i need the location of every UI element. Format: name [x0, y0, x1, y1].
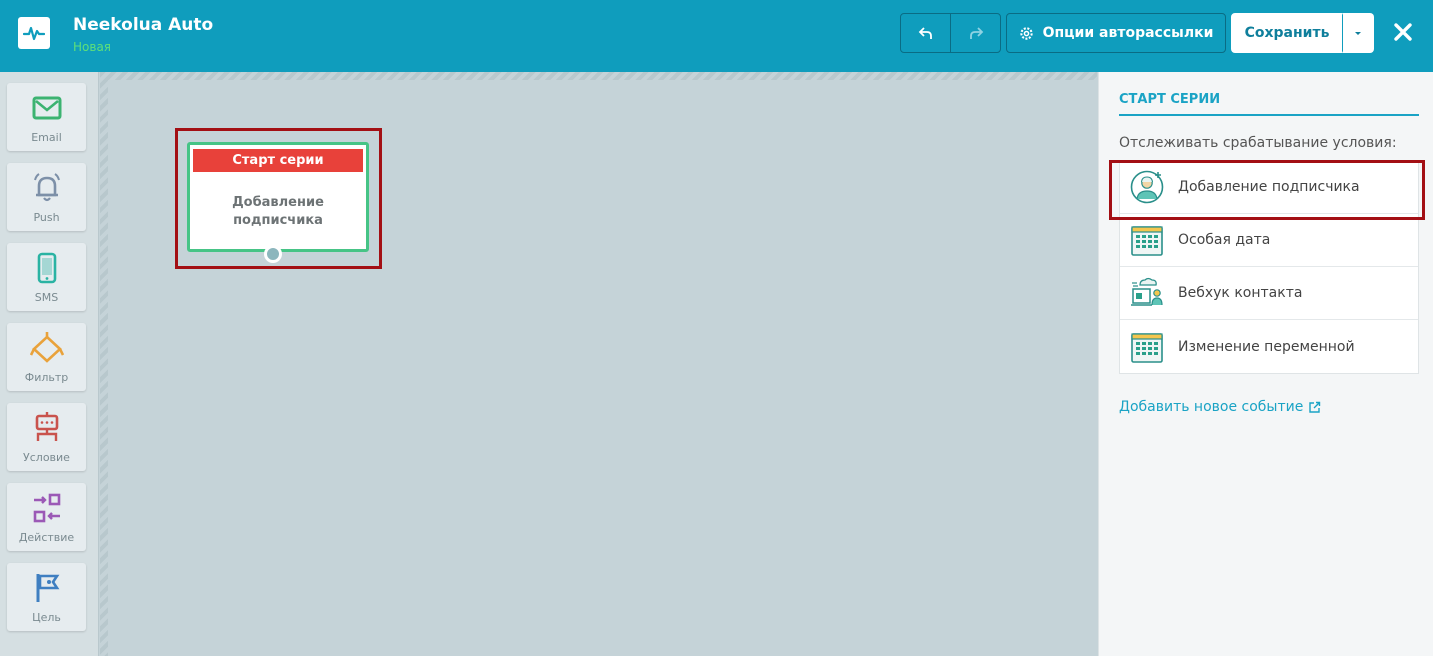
app-logo[interactable]	[18, 17, 50, 49]
tool-action[interactable]: Действие	[7, 483, 86, 551]
bell-icon	[33, 173, 60, 202]
save-button[interactable]: Сохранить	[1231, 13, 1343, 53]
tool-push[interactable]: Push	[7, 163, 86, 231]
close-icon	[1394, 23, 1412, 41]
webhook-icon	[1131, 277, 1163, 306]
tool-push-label: Push	[33, 211, 60, 224]
email-icon	[32, 96, 61, 120]
canvas-edge-top	[100, 72, 1097, 80]
start-series-node-line2: подписчика	[233, 213, 323, 228]
trigger-special-date[interactable]: Особая дата	[1120, 214, 1418, 267]
start-series-node-header: Старт серии	[193, 149, 363, 172]
redo-icon	[969, 27, 983, 39]
add-new-event-link[interactable]: Добавить новое событие	[1119, 399, 1321, 415]
tool-filter[interactable]: Фильтр	[7, 323, 86, 391]
trigger-special-date-label: Особая дата	[1178, 232, 1271, 248]
close-button[interactable]	[1390, 19, 1416, 45]
condition-icon	[35, 412, 58, 441]
tool-filter-label: Фильтр	[24, 371, 69, 384]
campaign-status: Новая	[73, 40, 112, 54]
undo-icon	[918, 27, 932, 39]
start-series-node[interactable]: Старт серии Добавление подписчика	[187, 142, 369, 252]
campaign-options-button[interactable]: Опции авторассылки	[1006, 13, 1226, 53]
trigger-contact-webhook[interactable]: Вебхук контакта	[1120, 267, 1418, 320]
tool-action-label: Действие	[18, 531, 75, 544]
panel-title-divider	[1119, 114, 1419, 116]
tool-email[interactable]: Email	[7, 83, 86, 151]
calendar-icon	[1131, 332, 1163, 363]
block-toolbox: Email Push SMS Фильтр Условие Действие Ц…	[0, 72, 99, 656]
tool-sms[interactable]: SMS	[7, 243, 86, 311]
canvas-edge-left	[100, 72, 108, 656]
start-series-node-body: Добавление подписчика	[190, 194, 366, 230]
tool-condition-label: Условие	[23, 451, 70, 464]
filter-icon	[29, 332, 64, 363]
external-link-icon	[1309, 401, 1321, 413]
undo-button[interactable]	[900, 13, 951, 53]
action-icon	[33, 493, 60, 523]
pulse-icon	[23, 26, 45, 41]
panel-title: СТАРТ СЕРИИ	[1119, 92, 1221, 107]
trigger-highlight-box	[1109, 160, 1425, 220]
add-new-event-label: Добавить новое событие	[1119, 399, 1304, 415]
top-header: Neekolua Auto Новая Опции авторассылки С…	[0, 0, 1433, 72]
campaign-title[interactable]: Neekolua Auto	[73, 15, 213, 35]
panel-subtitle: Отслеживать срабатывание условия:	[1119, 135, 1397, 151]
gear-icon	[1019, 26, 1033, 40]
calendar-icon	[1131, 226, 1163, 256]
trigger-contact-webhook-label: Вебхук контакта	[1178, 285, 1303, 301]
redo-button[interactable]	[950, 13, 1001, 53]
start-series-node-line1: Добавление	[232, 195, 324, 210]
campaign-options-label: Опции авторассылки	[1042, 25, 1214, 41]
trigger-variable-change[interactable]: Изменение переменной	[1120, 320, 1418, 373]
tool-goal[interactable]: Цель	[7, 563, 86, 631]
chevron-down-icon	[1354, 32, 1361, 35]
flag-icon	[36, 574, 59, 602]
tool-goal-label: Цель	[32, 611, 61, 624]
tool-condition[interactable]: Условие	[7, 403, 86, 471]
trigger-variable-change-label: Изменение переменной	[1178, 338, 1355, 355]
save-dropdown-button[interactable]	[1342, 13, 1374, 53]
tool-email-label: Email	[31, 131, 62, 144]
tool-sms-label: SMS	[34, 291, 59, 304]
phone-icon	[37, 252, 56, 284]
node-output-port[interactable]	[264, 245, 282, 263]
